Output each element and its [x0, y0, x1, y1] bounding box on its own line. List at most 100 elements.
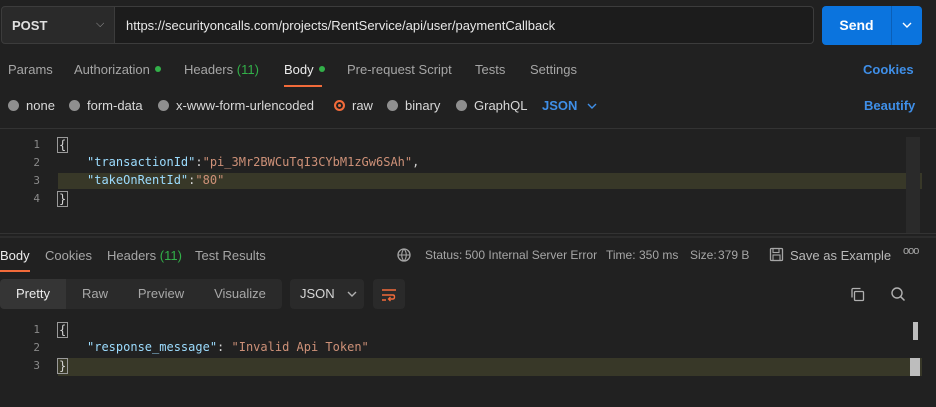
tab-body-underline: [284, 85, 322, 87]
response-format-select[interactable]: JSON: [290, 279, 364, 309]
json-key: "response_message": [87, 340, 218, 354]
tab-settings[interactable]: Settings: [530, 62, 577, 77]
chevron-down-icon: [902, 22, 912, 29]
radio-circle-icon: [456, 100, 467, 111]
chevron-down-icon: [587, 103, 597, 109]
radio-graphql[interactable]: GraphQL: [456, 98, 527, 113]
time-value: 350 ms: [639, 248, 679, 262]
response-tab-body[interactable]: Body: [0, 248, 30, 263]
radio-urlencoded[interactable]: x-www-form-urlencoded: [158, 98, 314, 113]
view-visualize-button[interactable]: Visualize: [198, 279, 282, 309]
status-value: 500 Internal Server Error: [465, 248, 598, 262]
tab-body[interactable]: Body: [284, 62, 325, 77]
line-number: 2: [33, 341, 40, 354]
tab-authorization-label: Authorization: [74, 62, 150, 77]
radio-circle-icon: [387, 100, 398, 111]
size-label: Size:: [690, 248, 717, 262]
radio-selected-icon: [334, 100, 345, 111]
tab-headers-count: (11): [236, 62, 259, 77]
wrap-lines-icon: [382, 288, 396, 302]
json-key: "transactionId": [87, 155, 196, 169]
view-raw-button[interactable]: Raw: [66, 279, 124, 309]
viewer-scrollbar-thumb[interactable]: [913, 322, 918, 340]
radio-binary-label: binary: [405, 98, 441, 113]
response-format-label: JSON: [300, 286, 335, 301]
tab-pre-request-script[interactable]: Pre-request Script: [347, 62, 452, 77]
url-input[interactable]: https://securityoncalls.com/projects/Ren…: [115, 6, 814, 44]
response-tab-headers-count: (11): [159, 248, 182, 263]
response-body-viewer[interactable]: 1 2 3 { "response_message": "Invalid Api…: [0, 318, 936, 407]
json-colon: :: [195, 155, 203, 169]
json-line-take-on-rent-id: "takeOnRentId":"80": [87, 173, 224, 187]
tab-headers[interactable]: Headers (11): [184, 62, 259, 77]
response-tab-cookies[interactable]: Cookies: [45, 248, 92, 263]
save-icon: [769, 247, 784, 262]
view-pretty-button[interactable]: Pretty: [0, 279, 66, 309]
radio-circle-icon: [8, 100, 19, 111]
radio-form-data-label: form-data: [87, 98, 143, 113]
response-tab-test-results[interactable]: Test Results: [195, 248, 266, 263]
status-label: Status:: [425, 248, 463, 262]
radio-circle-icon: [158, 100, 169, 111]
radio-raw[interactable]: raw: [334, 98, 373, 113]
json-comma: ,: [412, 155, 420, 169]
more-options-icon[interactable]: ooo: [903, 245, 919, 257]
editor-scrollbar[interactable]: [906, 137, 920, 233]
copy-icon[interactable]: [850, 287, 865, 302]
view-preview-button[interactable]: Preview: [124, 279, 198, 309]
radio-none[interactable]: none: [8, 98, 55, 113]
radio-graphql-label: GraphQL: [474, 98, 528, 113]
body-format-select[interactable]: JSON: [542, 98, 597, 113]
line-number: 3: [33, 359, 40, 372]
json-colon: :: [217, 340, 232, 354]
line-number: 3: [33, 174, 40, 187]
brace-open: {: [57, 137, 69, 153]
beautify-link[interactable]: Beautify: [864, 98, 915, 113]
current-line-highlight: [58, 358, 922, 376]
json-string-value: "Invalid Api Token": [231, 340, 369, 354]
tab-headers-label: Headers: [184, 62, 234, 77]
radio-urlencoded-label: x-www-form-urlencoded: [176, 98, 314, 113]
json-string-value: "80": [195, 173, 225, 187]
resize-divider[interactable]: [0, 236, 936, 238]
cookies-link[interactable]: Cookies: [863, 62, 914, 77]
line-number: 1: [33, 138, 40, 151]
chevron-down-icon: [347, 291, 357, 297]
brace-close: }: [57, 358, 69, 374]
request-body-editor[interactable]: 1 2 3 4 { "transactionId":"pi_3Mr2BWCuTq…: [0, 128, 936, 234]
json-key: "takeOnRentId": [87, 173, 189, 187]
tab-authorization[interactable]: Authorization: [74, 62, 161, 77]
tab-body-label: Body: [284, 62, 314, 77]
active-dot-icon: [318, 66, 325, 72]
response-tab-headers-label: Headers: [107, 248, 157, 263]
line-number: 4: [33, 192, 40, 205]
send-options-button[interactable]: [891, 6, 922, 45]
active-dot-icon: [154, 66, 161, 72]
response-tab-body-underline: [0, 270, 30, 272]
globe-icon[interactable]: [396, 247, 412, 263]
json-string-value: "pi_3Mr2BWCuTqI3CYbM1zGw6SAh": [202, 155, 413, 169]
brace-close: }: [57, 191, 69, 207]
url-text: https://securityoncalls.com/projects/Ren…: [126, 18, 556, 33]
wrap-lines-button[interactable]: [373, 279, 405, 309]
chevron-down-icon: ⌵: [96, 18, 105, 30]
save-as-example-button[interactable]: Save as Example: [790, 248, 891, 263]
tab-params[interactable]: Params: [8, 62, 53, 77]
radio-raw-label: raw: [352, 98, 373, 113]
send-button[interactable]: Send: [822, 6, 891, 45]
json-line-transaction-id: "transactionId":"pi_3Mr2BWCuTqI3CYbM1zGw…: [87, 155, 419, 169]
line-number: 1: [33, 323, 40, 336]
brace-open: {: [57, 322, 69, 338]
body-format-label: JSON: [542, 98, 578, 113]
radio-none-label: none: [26, 98, 55, 113]
tab-tests[interactable]: Tests: [475, 62, 505, 77]
method-label: POST: [12, 18, 48, 33]
method-select[interactable]: POST ⌵: [1, 6, 115, 44]
radio-form-data[interactable]: form-data: [69, 98, 143, 113]
radio-binary[interactable]: binary: [387, 98, 440, 113]
time-label: Time:: [606, 248, 636, 262]
json-line-response-message: "response_message": "Invalid Api Token": [87, 340, 369, 354]
search-icon[interactable]: [890, 286, 906, 302]
response-tab-headers[interactable]: Headers (11): [107, 248, 182, 263]
radio-circle-icon: [69, 100, 80, 111]
